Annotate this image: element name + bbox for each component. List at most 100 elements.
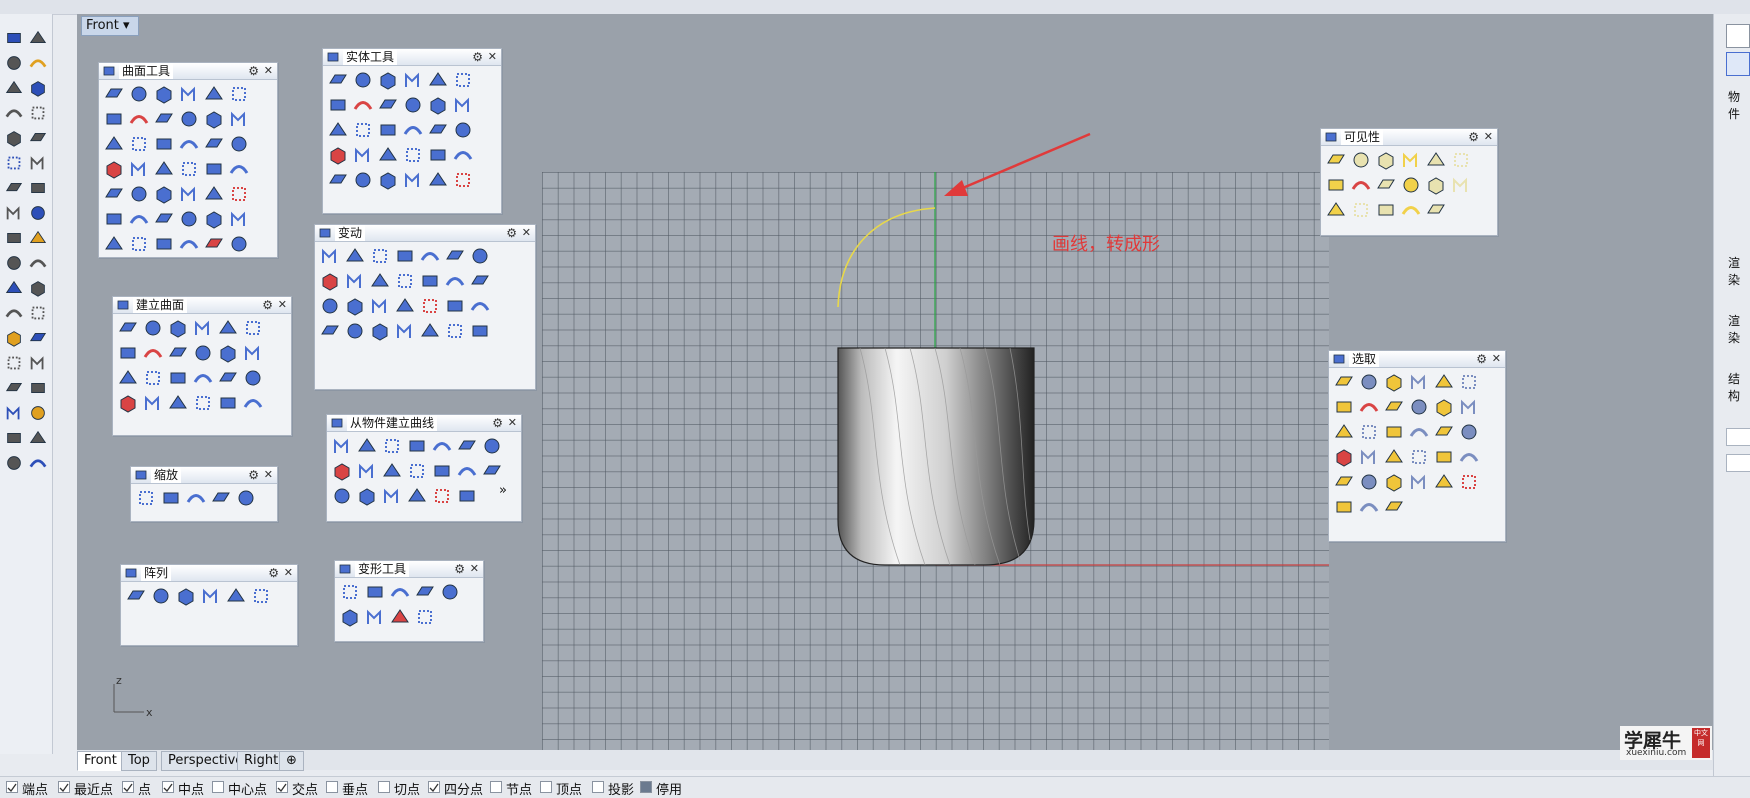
tool-icon[interactable] bbox=[481, 435, 503, 457]
tool-icon[interactable] bbox=[128, 233, 150, 255]
tool-icon[interactable] bbox=[175, 585, 197, 607]
tool-icon[interactable] bbox=[117, 317, 139, 339]
tool-icon[interactable] bbox=[228, 83, 250, 105]
tool-icon[interactable] bbox=[406, 485, 428, 507]
color-wheel-icon[interactable] bbox=[1726, 24, 1750, 48]
tool-icon[interactable] bbox=[352, 144, 374, 166]
tool-icon[interactable] bbox=[103, 108, 125, 130]
tool-icon[interactable] bbox=[414, 606, 436, 628]
tool-icon[interactable] bbox=[431, 435, 453, 457]
tool-icon[interactable] bbox=[128, 108, 150, 130]
tool-icon[interactable] bbox=[178, 183, 200, 205]
tool-icon[interactable] bbox=[153, 183, 175, 205]
close-icon[interactable]: ✕ bbox=[264, 63, 273, 79]
tool-icon[interactable] bbox=[431, 485, 453, 507]
gear-icon[interactable]: ⚙ bbox=[248, 63, 259, 79]
panel-header[interactable]: 可见性 ⚙ ✕ bbox=[1321, 129, 1497, 146]
tool-icon[interactable] bbox=[1383, 396, 1405, 418]
tool-icon[interactable] bbox=[394, 320, 416, 342]
tool-icon[interactable] bbox=[452, 144, 474, 166]
tool-icon[interactable] bbox=[1383, 421, 1405, 443]
tool-icon[interactable] bbox=[1358, 396, 1380, 418]
tool-icon[interactable] bbox=[167, 317, 189, 339]
tool-icon[interactable] bbox=[1400, 149, 1422, 171]
close-icon[interactable]: ✕ bbox=[264, 467, 273, 483]
gear-icon[interactable]: ⚙ bbox=[248, 467, 259, 483]
tool-icon[interactable] bbox=[217, 392, 239, 414]
panel-solid-tools[interactable]: 实体工具 ⚙ ✕ bbox=[322, 48, 502, 214]
tool-icon[interactable] bbox=[192, 367, 214, 389]
tool-icon[interactable] bbox=[402, 94, 424, 116]
tool-icon[interactable] bbox=[1450, 174, 1472, 196]
tool-icon[interactable] bbox=[153, 108, 175, 130]
tool-icon[interactable] bbox=[377, 119, 399, 141]
osnap-checkbox[interactable] bbox=[378, 781, 390, 793]
tool-icon[interactable] bbox=[327, 119, 349, 141]
tool-icon[interactable] bbox=[452, 69, 474, 91]
tool-icon[interactable] bbox=[210, 487, 232, 509]
tool-icon[interactable] bbox=[228, 108, 250, 130]
tool-icon[interactable] bbox=[1325, 199, 1347, 221]
tool-icon[interactable] bbox=[1408, 446, 1430, 468]
panel-transform[interactable]: 变动 ⚙ ✕ bbox=[314, 224, 536, 390]
tool-icon[interactable] bbox=[331, 485, 353, 507]
tool-icon[interactable] bbox=[1350, 199, 1372, 221]
panel-surface-tools[interactable]: 曲面工具 ⚙ ✕ bbox=[98, 62, 278, 258]
tool-icon[interactable] bbox=[1408, 371, 1430, 393]
tool-icon[interactable] bbox=[1400, 199, 1422, 221]
tool-icon[interactable] bbox=[1333, 496, 1355, 518]
profile-curve[interactable] bbox=[837, 207, 936, 308]
tool-icon[interactable] bbox=[117, 367, 139, 389]
tool-icon[interactable] bbox=[103, 133, 125, 155]
osnap-checkbox[interactable] bbox=[6, 781, 18, 793]
osnap-checkbox[interactable] bbox=[490, 781, 502, 793]
osnap-checkbox[interactable] bbox=[276, 781, 288, 793]
tool-icon[interactable] bbox=[331, 435, 353, 457]
tool-icon[interactable] bbox=[1450, 149, 1472, 171]
tool-icon[interactable] bbox=[331, 460, 353, 482]
tool-icon[interactable] bbox=[364, 581, 386, 603]
osnap-checkbox[interactable] bbox=[212, 781, 224, 793]
tool-icon[interactable] bbox=[228, 233, 250, 255]
tool-icon[interactable] bbox=[203, 108, 225, 130]
tool-icon[interactable] bbox=[402, 169, 424, 191]
tool-icon[interactable] bbox=[228, 183, 250, 205]
tab-right[interactable]: Right bbox=[237, 751, 286, 771]
tool-icon[interactable] bbox=[135, 487, 157, 509]
tool-icon[interactable] bbox=[1433, 471, 1455, 493]
tool-icon[interactable] bbox=[142, 317, 164, 339]
tool-icon[interactable] bbox=[1358, 471, 1380, 493]
tool-icon[interactable] bbox=[381, 485, 403, 507]
gear-icon[interactable]: ⚙ bbox=[492, 415, 503, 431]
tool-icon[interactable] bbox=[419, 320, 441, 342]
tool-icon[interactable] bbox=[339, 581, 361, 603]
tool-icon[interactable] bbox=[381, 435, 403, 457]
gear-icon[interactable]: ⚙ bbox=[506, 225, 517, 241]
tool-icon[interactable] bbox=[406, 460, 428, 482]
panel-header[interactable]: 从物件建立曲线 ⚙ ✕ bbox=[327, 415, 521, 432]
tool-icon[interactable] bbox=[394, 270, 416, 292]
osnap-checkbox[interactable] bbox=[162, 781, 174, 793]
tool-icon[interactable] bbox=[1333, 421, 1355, 443]
gear-icon[interactable]: ⚙ bbox=[1468, 129, 1479, 145]
tool-icon[interactable] bbox=[203, 158, 225, 180]
osnap-checkbox[interactable] bbox=[640, 781, 652, 793]
tool-icon[interactable] bbox=[1358, 421, 1380, 443]
tool-icon[interactable] bbox=[439, 581, 461, 603]
tool-icon[interactable] bbox=[128, 158, 150, 180]
tool-icon[interactable] bbox=[456, 485, 478, 507]
tool-icon[interactable] bbox=[128, 133, 150, 155]
tool-icon[interactable] bbox=[394, 295, 416, 317]
tool-icon[interactable] bbox=[1383, 446, 1405, 468]
gear-icon[interactable]: ⚙ bbox=[1476, 351, 1487, 367]
tool-icon[interactable] bbox=[192, 317, 214, 339]
tool-icon[interactable] bbox=[192, 342, 214, 364]
tool-icon[interactable] bbox=[103, 83, 125, 105]
tool-icon[interactable] bbox=[192, 392, 214, 414]
more-tools-button[interactable]: » bbox=[499, 483, 507, 498]
tool-icon[interactable] bbox=[1408, 421, 1430, 443]
tool-icon[interactable] bbox=[389, 606, 411, 628]
tool-icon[interactable] bbox=[203, 183, 225, 205]
tool-icon[interactable] bbox=[1433, 396, 1455, 418]
tool-icon[interactable] bbox=[117, 392, 139, 414]
